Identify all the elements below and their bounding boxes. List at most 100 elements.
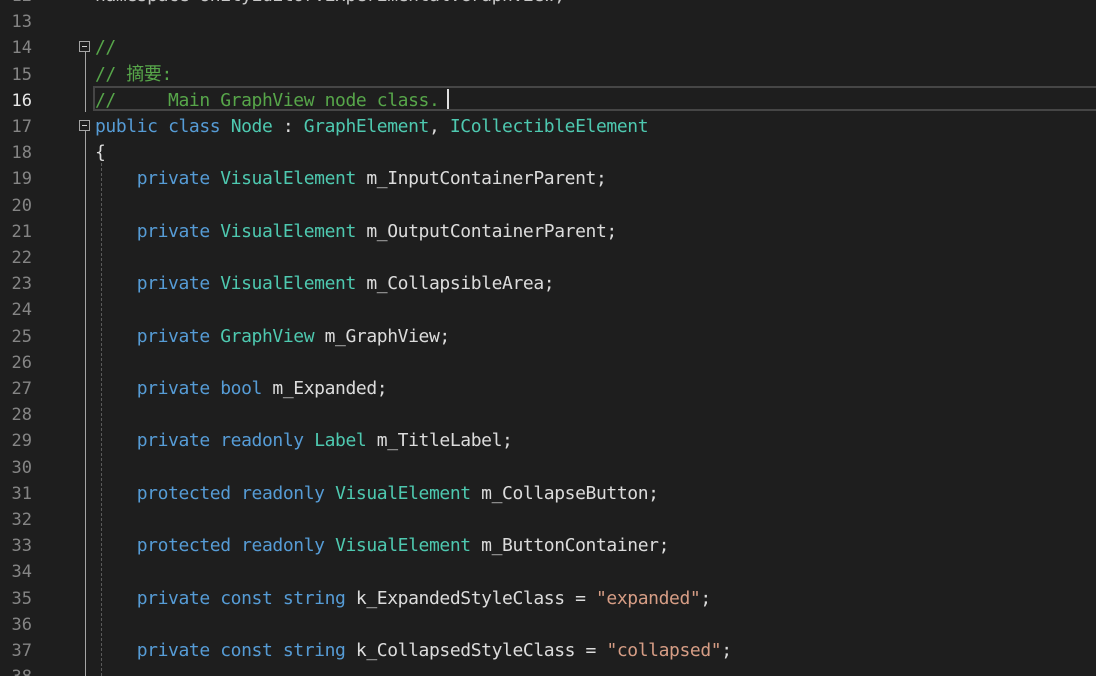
code-token: m_OutputContainerParent; [355,220,617,242]
code-line[interactable]: 35 private const string k_ExpandedStyleC… [0,586,1096,612]
line-number: 26 [11,352,32,373]
line-code[interactable]: // 摘要: [95,62,172,88]
code-line[interactable]: 12 namespace UnityEditor.Experimental.Gra… [0,0,1096,9]
line-number: 32 [11,510,32,530]
code-token: protected [136,482,231,504]
code-token: private [136,273,210,295]
line-code[interactable]: // [95,35,116,61]
line-code[interactable]: private bool m_Expanded; [95,376,388,402]
code-line[interactable]: 32 [0,507,1096,533]
line-number: 16 [11,90,32,111]
code-editor[interactable]: 12 namespace UnityEditor.Experimental.Gra… [0,0,1096,676]
line-number: 15 [11,64,32,85]
code-line[interactable]: 19 private VisualElement m_InputContaine… [0,166,1096,192]
text-caret [447,89,449,109]
code-token: Node [230,116,273,137]
line-code[interactable]: protected readonly VisualElement m_Colla… [95,481,659,507]
code-line[interactable]: 17 public class Node : GraphElement, ICol… [0,114,1096,140]
code-token: : [272,116,304,137]
code-line[interactable]: 26 [0,350,1096,376]
line-number: 20 [11,195,32,216]
code-token: VisualElement [335,535,471,557]
code-token: VisualElement [220,220,356,242]
code-token: m_GraphView; [314,325,451,347]
code-line[interactable]: 28 [0,402,1096,428]
code-line[interactable]: 31 protected readonly VisualElement m_Co… [0,481,1096,507]
code-line[interactable]: 33 protected readonly VisualElement m_Bu… [0,533,1096,559]
code-line[interactable]: 27 private bool m_Expanded; [0,376,1096,402]
code-token: ; [700,587,711,609]
code-line[interactable]: 37 private const string k_CollapsedStyle… [0,638,1096,664]
code-line[interactable]: 34 [0,559,1096,585]
code-line[interactable]: 21 private VisualElement m_OutputContain… [0,219,1096,245]
code-token: "collapsed" [606,640,722,661]
code-token: m_TitleLabel; [366,430,513,452]
code-token: "expanded" [596,587,701,609]
code-token: // [95,37,116,59]
line-number: 13 [11,12,32,33]
line-code[interactable]: private readonly Label m_TitleLabel; [95,428,513,454]
line-code[interactable]: namespace UnityEditor.Experimental.Graph… [95,0,565,9]
code-token: protected [136,535,231,557]
code-token: bool [220,378,262,399]
code-line[interactable]: 38 [0,664,1096,676]
line-code[interactable]: private const string k_ExpandedStyleClas… [95,586,711,612]
line-number: 14 [11,38,32,59]
current-line-highlight [93,86,1096,111]
code-line[interactable]: 25 private GraphView m_GraphView; [0,324,1096,350]
code-token: private [136,587,210,609]
line-code[interactable]: protected readonly VisualElement m_Butto… [95,533,670,559]
line-code[interactable]: private VisualElement m_OutputContainerP… [95,219,618,245]
indent-guide [101,163,102,676]
collapse-minus-icon[interactable] [79,120,90,131]
fold-region-line [85,52,86,112]
line-number: 23 [11,274,32,295]
code-token: string [282,587,346,609]
line-code[interactable]: private VisualElement m_InputContainerPa… [95,166,607,192]
line-number: 12 [0,0,32,9]
line-number: 35 [11,588,32,609]
line-number: 29 [11,431,32,452]
code-token: class [168,116,221,137]
code-token: private [136,168,210,190]
code-token: private [136,430,210,452]
line-code[interactable]: public class Node : GraphElement, IColle… [95,114,649,140]
code-line[interactable]: 22 [0,245,1096,271]
code-token: private [136,640,210,661]
code-line[interactable]: 20 [0,193,1096,219]
code-line[interactable]: 18 { [0,140,1096,166]
line-number: 27 [11,379,32,399]
code-token: public [95,116,158,137]
line-number: 33 [11,536,32,557]
line-code[interactable]: private GraphView m_GraphView; [95,324,451,350]
line-code[interactable]: private VisualElement m_CollapsibleArea; [95,271,555,297]
code-token: GraphElement [303,116,430,137]
line-number: 37 [11,641,32,661]
code-line[interactable]: 15 // 摘要: [0,62,1096,88]
line-number: 21 [11,221,32,242]
code-token: string [282,640,346,661]
code-line[interactable]: 29 private readonly Label m_TitleLabel; [0,428,1096,454]
code-line[interactable]: 24 [0,297,1096,323]
line-code[interactable]: private const string k_CollapsedStyleCla… [95,638,732,664]
code-line[interactable]: 13 [0,9,1096,35]
collapse-minus-icon[interactable] [79,41,90,52]
code-line[interactable]: 23 private VisualElement m_CollapsibleAr… [0,271,1096,297]
code-line[interactable]: 36 [0,612,1096,638]
code-token: , [429,116,450,137]
code-line[interactable]: 14 // [0,35,1096,61]
line-number: 22 [11,248,32,268]
line-number: 19 [11,169,32,190]
code-token: const [220,640,273,661]
code-line[interactable]: 30 [0,455,1096,481]
